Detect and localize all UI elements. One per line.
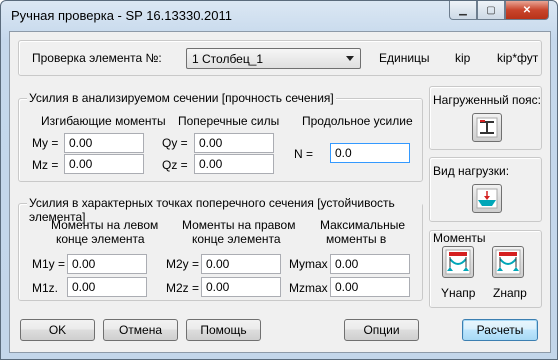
section-forces-group: Усилия в анализируемом сечении [прочност… [18,91,423,182]
moment-z-button[interactable] [492,246,524,278]
ok-button[interactable]: OK [20,319,95,341]
my-input[interactable] [64,133,144,153]
moment-y-button[interactable] [442,246,474,278]
calculate-button[interactable]: Расчеты [462,319,538,341]
n-label: N = [294,147,314,161]
element-selector-group: Проверка элемента №: 1 Столбец_1 Единицы… [18,40,542,76]
qz-label: Qz = [162,158,188,172]
moment-y-icon [445,249,471,275]
options-button[interactable]: Опции [344,319,419,341]
window-controls: ▁ ▢ ✕ [449,1,549,21]
max-moments-title-2: моменты в [326,232,387,246]
left-end-title-1: Моменты на левом [51,218,159,232]
m2y-label: M2y = [166,257,200,271]
maximize-icon: ▢ [486,4,496,16]
mz-input[interactable] [64,154,144,174]
qy-input[interactable] [194,133,274,153]
close-icon: ✕ [522,4,532,16]
cancel-button[interactable]: Отмена [103,319,178,341]
left-end-title-2: конце элемента [56,232,145,246]
dialog-window: Ручная проверка - SP 16.13330.2011 ▁ ▢ ✕… [0,0,558,360]
loaded-flange-group: Нагруженный пояс: [429,86,542,150]
max-moments-title-1: Максимальные [320,218,405,232]
shear-forces-title: Поперечные силы [178,114,280,128]
moment-z-icon [495,249,521,275]
m2z-input[interactable] [201,277,281,297]
mzmax-input[interactable] [330,277,410,297]
close-button[interactable]: ✕ [505,1,549,20]
dialog-client: Проверка элемента №: 1 Столбец_1 Единицы… [9,31,551,353]
axial-force-title: Продольное усилие [302,114,413,128]
mymax-input[interactable] [330,254,410,274]
mz-label: Mz = [32,158,59,172]
y-direction-label: Yнапр [441,286,476,300]
m1z-input[interactable] [67,277,147,297]
load-icon [476,188,498,209]
moments-label: Моменты [433,231,486,245]
m2z-label: M2z = [166,281,200,295]
m1y-label: M1y = [32,257,66,271]
load-type-group: Вид нагрузки: [429,157,542,222]
minimize-icon: ▁ [459,4,467,16]
unit-force: kip [455,51,471,65]
section-forces-title: Усилия в анализируемом сечении [прочност… [27,91,336,105]
right-end-title-2: конце элемента [192,232,281,246]
i-beam-icon [476,117,498,138]
minimize-button[interactable]: ▁ [449,1,477,20]
right-end-title-1: Моменты на правом [182,218,296,232]
element-select-value: 1 Столбец_1 [192,52,264,66]
bending-moments-title: Изгибающие моменты [41,114,166,128]
element-select[interactable]: 1 Столбец_1 [186,48,361,69]
z-direction-label: Zнапр [493,286,527,300]
moments-group: Моменты Yнапр Zнапр [429,230,542,308]
unit-moment: kip*фут [497,51,539,65]
maximize-button[interactable]: ▢ [477,1,505,20]
characteristic-points-group: Усилия в характерных точках поперечного … [18,196,423,301]
m2y-input[interactable] [201,254,281,274]
loaded-flange-label: Нагруженный пояс: [433,93,542,107]
qz-input[interactable] [194,154,274,174]
help-button[interactable]: Помощь [186,319,261,341]
load-type-button[interactable] [472,184,502,213]
units-label: Единицы [379,51,430,65]
m1y-input[interactable] [67,254,147,274]
qy-label: Qy = [162,136,188,150]
window-title: Ручная проверка - SP 16.13330.2011 [11,8,232,23]
title-bar[interactable]: Ручная проверка - SP 16.13330.2011 ▁ ▢ ✕ [1,1,557,31]
my-label: My = [32,136,59,150]
loaded-flange-button[interactable] [472,113,502,142]
chevron-down-icon [346,56,354,61]
element-label: Проверка элемента №: [32,51,162,65]
load-type-label: Вид нагрузки: [433,164,510,178]
m1z-label: M1z. [32,281,59,295]
n-input[interactable] [330,143,410,163]
